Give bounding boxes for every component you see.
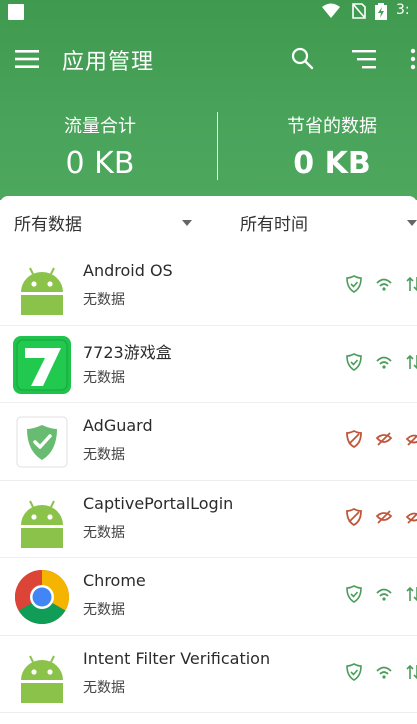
- wifi-blocked-icon[interactable]: [375, 508, 393, 526]
- clock: 3:: [396, 2, 410, 18]
- sort-icon[interactable]: [352, 48, 378, 70]
- mobile-data-allowed-icon[interactable]: [405, 663, 417, 681]
- chrome-icon: [13, 568, 71, 626]
- app-list-item[interactable]: Chrome 无数据: [0, 558, 417, 636]
- wifi-allowed-icon[interactable]: [375, 353, 393, 371]
- notification-icon: [8, 4, 24, 20]
- saved-data-value: 0 KB: [293, 146, 371, 181]
- app-name: Intent Filter Verification: [83, 648, 271, 668]
- search-icon[interactable]: [290, 46, 314, 70]
- data-filter-dropdown[interactable]: 所有数据: [14, 210, 82, 235]
- firewall-allowed-icon[interactable]: [345, 275, 363, 293]
- mobile-data-blocked-icon[interactable]: [405, 430, 417, 448]
- firewall-allowed-icon[interactable]: [345, 585, 363, 603]
- app-list-item[interactable]: AdGuard 无数据: [0, 403, 417, 481]
- firewall-allowed-icon[interactable]: [345, 662, 363, 681]
- app-header: 3: 应用管理 流量合计 0 KB 节省的数据 0 KB: [0, 0, 417, 200]
- mobile-data-allowed-icon[interactable]: [405, 275, 417, 293]
- app-list-item[interactable]: Android OS 无数据: [0, 248, 417, 326]
- status-bar: 3:: [0, 0, 417, 24]
- mobile-data-blocked-icon[interactable]: [405, 508, 417, 526]
- android-icon: [13, 646, 71, 704]
- wifi-allowed-icon[interactable]: [375, 585, 393, 603]
- app-usage-status: 无数据: [83, 292, 125, 308]
- saved-data-stat: 节省的数据 0 KB: [232, 112, 417, 181]
- total-traffic-stat: 流量合计 0 KB: [0, 112, 200, 181]
- app-name: Chrome: [83, 571, 146, 590]
- app-name: CaptivePortalLogin: [83, 493, 234, 513]
- app-usage-status: 无数据: [83, 447, 125, 463]
- app-list: Android OS 无数据 7723游戏盒 无数据 AdGuard 无数据 Captive…: [0, 248, 417, 713]
- firewall-blocked-icon[interactable]: [345, 507, 363, 526]
- wifi-allowed-icon[interactable]: [375, 663, 393, 681]
- mobile-data-allowed-icon[interactable]: [405, 585, 417, 603]
- android-icon: [13, 491, 71, 549]
- app-usage-status: 无数据: [83, 679, 125, 696]
- toolbar: 应用管理: [0, 36, 417, 82]
- app-list-sheet: 所有数据 所有时间 Android OS 无数据 7723游戏盒 无数据 AdGuard…: [0, 196, 417, 724]
- page-title: 应用管理: [62, 50, 155, 75]
- app-list-item[interactable]: Intent Filter Verification 无数据: [0, 636, 417, 713]
- no-sim-icon: [352, 3, 366, 19]
- time-filter-dropdown[interactable]: 所有时间: [240, 210, 308, 235]
- app-list-item[interactable]: CaptivePortalLogin 无数据: [0, 481, 417, 558]
- menu-icon[interactable]: [15, 50, 39, 68]
- app-usage-status: 无数据: [83, 369, 125, 386]
- adguard-icon: [13, 413, 71, 471]
- wifi-allowed-icon[interactable]: [375, 275, 393, 293]
- firewall-allowed-icon[interactable]: [345, 352, 363, 371]
- chevron-down-icon[interactable]: [182, 220, 192, 226]
- saved-data-label: 节省的数据: [287, 116, 377, 137]
- app-name: Android OS: [83, 261, 173, 280]
- app-name: 7723游戏盒: [83, 342, 172, 362]
- more-options-icon[interactable]: [410, 48, 416, 70]
- total-traffic-label: 流量合计: [64, 116, 136, 137]
- app-name: AdGuard: [83, 416, 153, 435]
- total-traffic-value: 0 KB: [65, 146, 135, 181]
- mobile-data-allowed-icon[interactable]: [405, 353, 417, 371]
- android-icon: [13, 258, 71, 316]
- chevron-down-icon[interactable]: [407, 220, 417, 226]
- firewall-blocked-icon[interactable]: [345, 429, 363, 449]
- wifi-signal-icon: [322, 3, 340, 18]
- 7723-icon: [13, 335, 71, 394]
- stat-divider: [217, 112, 218, 180]
- app-usage-status: 无数据: [83, 602, 125, 618]
- battery-charging-icon: [375, 3, 387, 20]
- app-usage-status: 无数据: [83, 524, 125, 541]
- app-list-item[interactable]: 7723游戏盒 无数据: [0, 326, 417, 403]
- wifi-blocked-icon[interactable]: [375, 430, 393, 448]
